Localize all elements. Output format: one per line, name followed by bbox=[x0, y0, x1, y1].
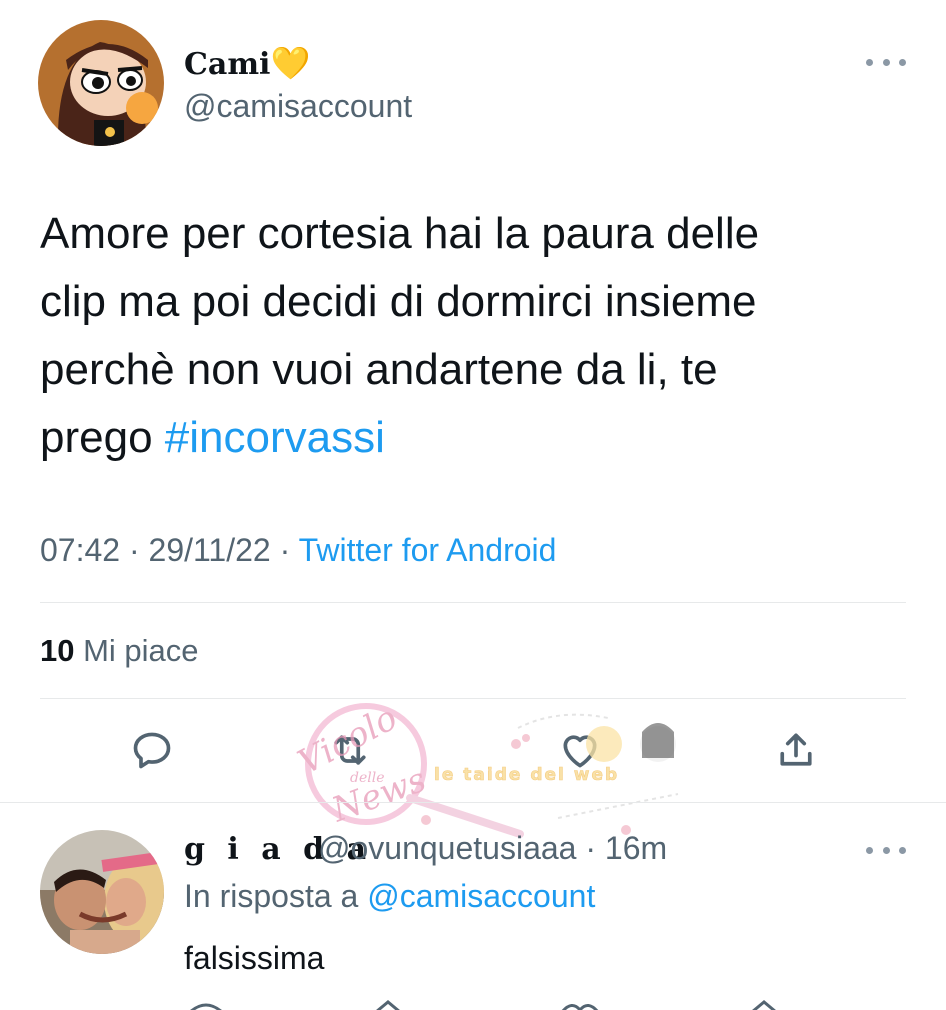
tweet-timestamp: 07:42 · 29/11/22 · Twitter for Android bbox=[40, 532, 557, 568]
more-options-icon[interactable] bbox=[866, 54, 906, 70]
tweet-text: Amore per cortesia hai la paura delle cl… bbox=[40, 209, 760, 462]
divider bbox=[40, 602, 906, 603]
reply-icon bbox=[133, 732, 171, 769]
share-icon bbox=[780, 733, 812, 766]
reply-time: 16m bbox=[604, 830, 668, 866]
section-divider bbox=[0, 802, 946, 803]
watermark-logo: Vicolo delle News le taide del web bbox=[292, 698, 679, 838]
share-button[interactable] bbox=[772, 726, 820, 774]
yellow-heart-emoji-icon: 💛 bbox=[270, 44, 311, 82]
likes-stat[interactable]: 10 Mi piace bbox=[40, 633, 199, 669]
reply-more-options-icon[interactable] bbox=[866, 842, 906, 858]
reply-action-bar bbox=[0, 998, 946, 1010]
reply-author-handle[interactable]: @ovunquetusiaaa · 16m bbox=[318, 830, 667, 867]
replying-to-mention-link[interactable]: @camisaccount bbox=[367, 878, 595, 914]
reply-reply-icon bbox=[190, 1003, 222, 1010]
reply-author-avatar[interactable] bbox=[40, 830, 164, 954]
author-name[interactable]: Cami💛 bbox=[184, 44, 310, 82]
like-button[interactable] bbox=[556, 726, 604, 774]
reply-share-icon bbox=[752, 1000, 776, 1010]
reply-like-icon bbox=[561, 1004, 599, 1010]
selfie-photo-avatar-icon bbox=[40, 830, 164, 954]
reply-button[interactable] bbox=[128, 726, 176, 774]
like-icon bbox=[563, 735, 597, 768]
retweet-button[interactable] bbox=[326, 726, 374, 774]
reply-retweet-icon bbox=[376, 1000, 400, 1010]
tweet-date[interactable]: 29/11/22 bbox=[149, 532, 271, 568]
retweet-icon bbox=[334, 735, 366, 765]
hashtag-link[interactable]: #incorvassi bbox=[165, 413, 385, 462]
reply-text: falsissima bbox=[184, 940, 325, 976]
author-avatar[interactable] bbox=[38, 20, 164, 146]
replying-to: In risposta a @camisaccount bbox=[184, 878, 596, 914]
reply-actions-peek bbox=[190, 1000, 776, 1010]
cartoon-girl-avatar-icon bbox=[38, 20, 164, 146]
tweet-time[interactable]: 07:42 bbox=[40, 532, 120, 568]
author-handle[interactable]: @camisaccount bbox=[184, 88, 412, 125]
tweet-source-link[interactable]: Twitter for Android bbox=[299, 532, 557, 568]
divider bbox=[40, 698, 906, 699]
